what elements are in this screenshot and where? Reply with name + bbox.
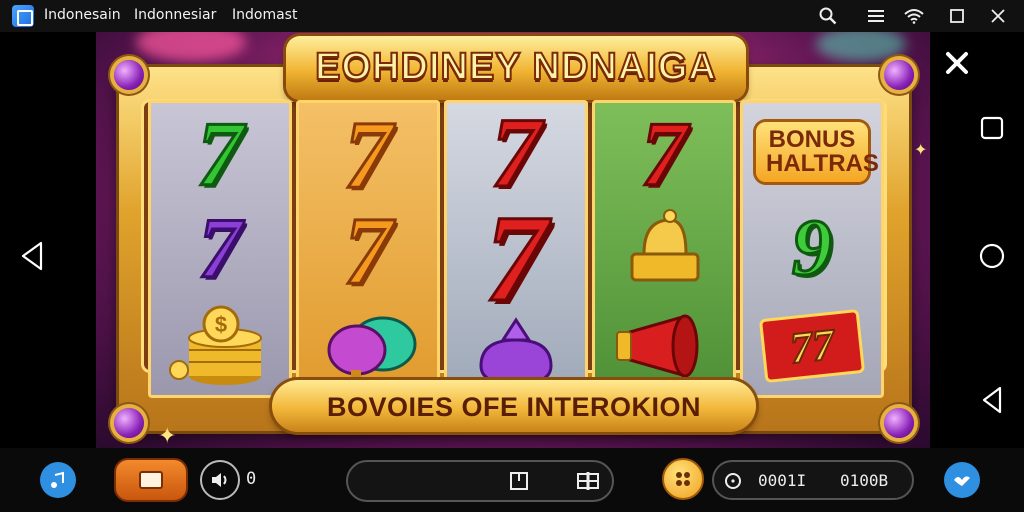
gem-ornament xyxy=(114,408,144,438)
seven-symbol: 7 xyxy=(343,100,394,209)
nine-symbol: 9 xyxy=(791,202,834,293)
speaker-icon xyxy=(212,473,227,487)
slot-game-area: EOHDINEY NDNAIGA 7 7 $ 7 7 7 7 7 BONUS H… xyxy=(96,32,930,448)
square-icon[interactable] xyxy=(978,114,1006,142)
ticket-symbol: 77 xyxy=(740,298,884,394)
bonus-symbol: BONUS HALTRAS xyxy=(740,104,884,200)
reel-symbol: 7 xyxy=(444,100,588,209)
grid-icon[interactable] xyxy=(576,470,602,492)
menu-button[interactable] xyxy=(114,458,188,502)
tab-indomast[interactable]: Indomast xyxy=(232,7,297,23)
close-icon[interactable] xyxy=(984,0,1012,32)
bird-icon[interactable] xyxy=(944,462,980,498)
music-icon[interactable] xyxy=(40,462,76,498)
sparkle-icon: ✦ xyxy=(914,140,928,159)
center-control-pill xyxy=(346,460,614,502)
reel-symbol: 9 xyxy=(740,200,884,296)
seven-symbol: 7 xyxy=(196,102,245,207)
search-icon[interactable] xyxy=(814,0,842,32)
back-triangle-icon[interactable] xyxy=(18,238,46,274)
right-sidebar xyxy=(930,32,1024,448)
reel-1: 7 7 $ xyxy=(148,100,292,398)
game-title: EOHDINEY NDNAIGA xyxy=(314,45,717,89)
svg-text:$: $ xyxy=(215,312,227,337)
sparkle-icon: ✦ xyxy=(158,424,177,448)
ticket-label: 77 xyxy=(787,318,838,373)
close-x-icon[interactable] xyxy=(942,48,972,78)
stage-light xyxy=(136,32,246,62)
reel-4: 7 xyxy=(592,100,736,398)
tab-indonesain[interactable]: Indonesain xyxy=(44,7,121,23)
clock-icon xyxy=(724,472,742,490)
bottom-banner: BOVOIES OFE INTEROKION xyxy=(272,380,756,432)
sound-value: 0 xyxy=(246,469,257,489)
bottom-control-bar: 0 0001I 0100B xyxy=(0,448,1024,512)
title-plate: EOHDINEY NDNAIGA xyxy=(286,36,746,100)
bonus-label: BONUS HALTRAS xyxy=(756,122,879,182)
back-triangle-icon[interactable] xyxy=(978,384,1006,416)
ticket-card: 77 xyxy=(758,308,866,384)
coin-stack-icon: $ xyxy=(148,298,292,394)
top-bar: Indonesain Indonnesiar Indomast xyxy=(0,0,1024,32)
bookmark-icon[interactable] xyxy=(508,470,532,492)
counter-left: 0001I xyxy=(758,471,807,490)
counter-right: 0100B xyxy=(840,471,889,490)
reel-3: 7 7 xyxy=(444,100,588,398)
reel-symbol: 7 xyxy=(296,100,440,209)
reel-symbol: 7 xyxy=(444,189,588,329)
reel-symbol: 7 xyxy=(148,199,292,298)
maximize-icon[interactable] xyxy=(943,0,971,32)
tab-indonnesiar[interactable]: Indonnesiar xyxy=(134,7,216,23)
gem-ornament xyxy=(114,60,144,90)
banner-text: BOVOIES OFE INTEROKION xyxy=(326,392,702,422)
bell-icon xyxy=(592,200,736,296)
wifi-icon xyxy=(900,0,928,32)
gem-ornament xyxy=(884,60,914,90)
reel-5: BONUS HALTRAS 9 77 xyxy=(740,100,884,398)
home-circle-icon[interactable] xyxy=(978,242,1006,270)
dots-icon xyxy=(676,472,690,486)
more-icon[interactable] xyxy=(862,0,890,32)
gem-ornament xyxy=(884,408,914,438)
reel-symbol: 7 xyxy=(148,102,292,207)
stage-light xyxy=(816,32,906,62)
counter-pill: 0001I 0100B xyxy=(712,460,914,500)
reel-2: 7 7 xyxy=(296,100,440,398)
seven-symbol: 7 xyxy=(640,102,689,207)
seven-symbol: 7 xyxy=(197,199,243,298)
reel-symbol: 7 xyxy=(296,195,440,305)
seven-symbol: 7 xyxy=(343,195,394,305)
card-icon xyxy=(139,471,163,489)
app-icon[interactable] xyxy=(12,5,34,27)
left-sidebar xyxy=(0,32,96,448)
coin-button[interactable] xyxy=(662,458,704,500)
reel-symbol: 7 xyxy=(592,102,736,207)
sound-button[interactable] xyxy=(200,460,240,500)
